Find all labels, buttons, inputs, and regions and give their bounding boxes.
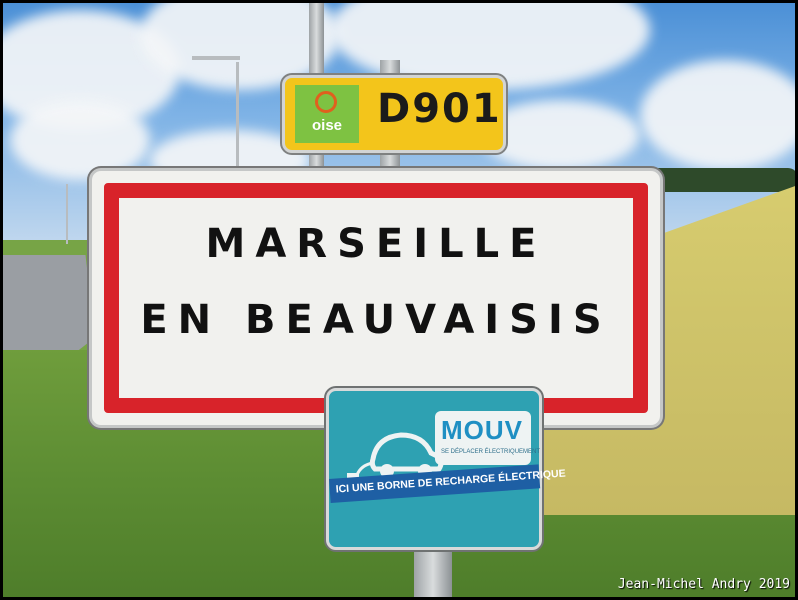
photo: oise D901 MARSEILLE EN BEAUVAISIS MOUV S… — [0, 0, 798, 600]
photo-credit: Jean-Michel Andry 2019 — [617, 577, 790, 592]
oise-logo-text: oise — [311, 117, 342, 134]
tree-line — [640, 168, 798, 192]
mouv-tagline: SE DÉPLACER ÉLECTRIQUEMENT — [441, 449, 541, 455]
street-lamp — [236, 62, 239, 168]
cloud — [640, 60, 798, 170]
street-lamp-arm — [192, 56, 240, 60]
mouv-brand: MOUV — [441, 415, 523, 445]
town-name-line2: EN BEAUVAISIS — [140, 297, 612, 343]
road-number: D901 — [377, 86, 502, 132]
ev-charging-sign: MOUV SE DÉPLACER ÉLECTRIQUEMENT ICI UNE … — [326, 388, 566, 550]
oise-logo: oise — [295, 85, 359, 143]
mouv-logo: MOUV SE DÉPLACER ÉLECTRIQUEMENT — [435, 411, 540, 465]
town-name-line1: MARSEILLE — [205, 221, 547, 267]
street-lamp — [66, 184, 68, 244]
oise-logo-icon — [315, 91, 337, 113]
road-number-sign: oise D901 — [282, 75, 506, 153]
